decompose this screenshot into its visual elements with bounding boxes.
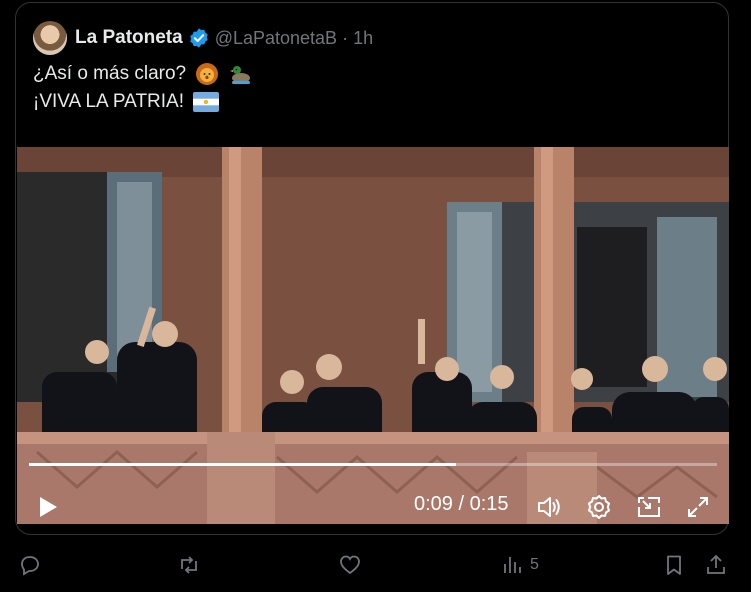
avatar[interactable]	[33, 21, 67, 55]
video-timecode: 0:09 / 0:15	[414, 493, 509, 515]
tweet-line-2: ¡VIVA LA PATRIA!	[33, 88, 253, 116]
video-progress-fill	[29, 463, 456, 466]
tweet-line-1-text: ¿Así o más claro?	[33, 63, 187, 84]
tweet-text: ¿Así o más claro? ¡VIVA LA PATRIA!	[33, 60, 253, 116]
video-frame	[17, 147, 729, 524]
video-progress-bar[interactable]	[29, 463, 717, 466]
separator-dot: ·	[342, 27, 349, 48]
video-controls: 0:09 / 0:15	[17, 485, 729, 524]
tweet-line-1: ¿Así o más claro?	[33, 60, 253, 88]
repost-button[interactable]	[177, 553, 207, 577]
play-icon[interactable]	[37, 495, 59, 519]
tweet-card[interactable]: La Patoneta @LaPatonetaB · 1h ¿Así o más…	[15, 2, 729, 535]
heart-icon	[340, 555, 360, 575]
fullscreen-icon[interactable]	[684, 493, 712, 521]
share-button[interactable]	[704, 553, 728, 577]
lion-emoji-icon	[196, 62, 219, 85]
video-player[interactable]: 0:09 / 0:15	[17, 147, 729, 524]
reply-button[interactable]	[18, 553, 48, 577]
duck-emoji-icon	[229, 65, 250, 84]
tweet-line-2-text: ¡VIVA LA PATRIA!	[33, 91, 184, 112]
views-count: 5	[530, 556, 539, 573]
volume-icon[interactable]	[535, 493, 563, 521]
reply-icon	[21, 556, 39, 576]
author-name[interactable]: La Patoneta	[75, 27, 183, 49]
repost-icon	[181, 556, 197, 574]
settings-gear-icon[interactable]	[585, 493, 613, 521]
post-time[interactable]: 1h	[353, 28, 373, 49]
author-handle[interactable]: @LaPatonetaB	[215, 28, 337, 49]
tweet-header: La Patoneta @LaPatonetaB · 1h	[33, 18, 373, 58]
like-button[interactable]	[338, 553, 368, 577]
bookmark-icon	[667, 555, 681, 575]
argentina-flag-emoji-icon	[193, 91, 220, 112]
views-button[interactable]: 5	[500, 553, 539, 577]
bookmark-button[interactable]	[662, 553, 686, 577]
share-icon	[707, 554, 725, 574]
verified-badge-icon[interactable]	[188, 27, 210, 49]
tweet-actions: 5	[0, 548, 751, 584]
views-chart-icon	[504, 557, 521, 573]
picture-in-picture-icon[interactable]	[635, 493, 663, 521]
